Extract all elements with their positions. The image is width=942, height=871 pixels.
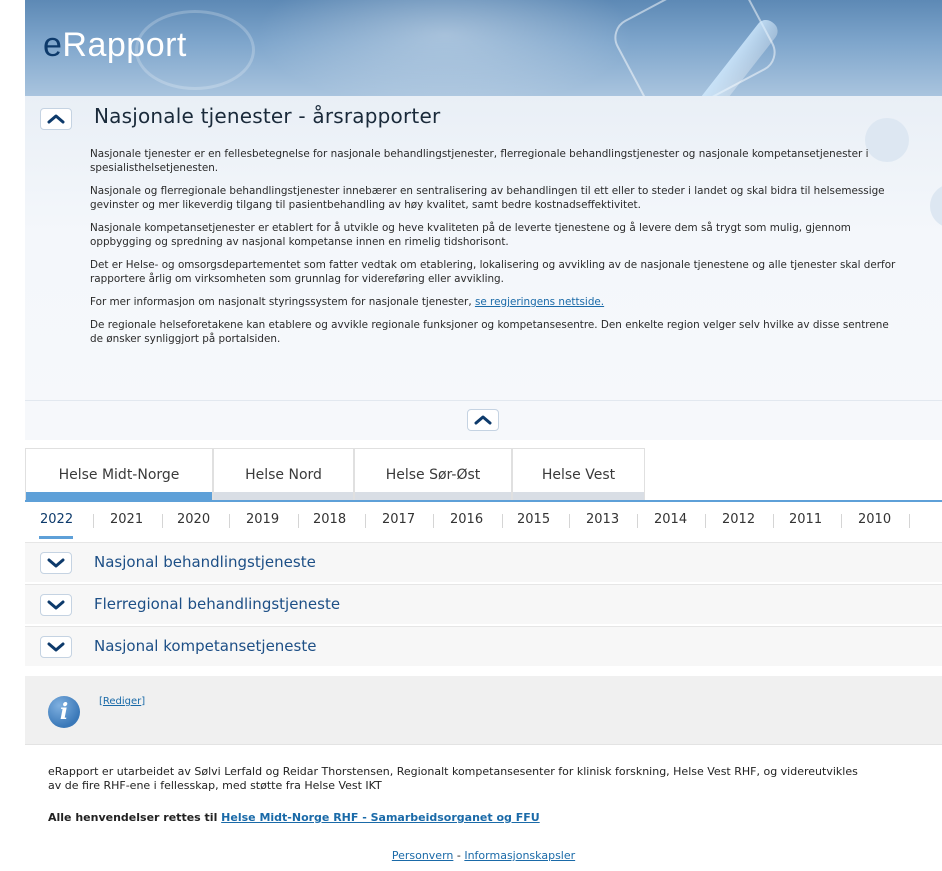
collapse-intro-bottom-button[interactable] [467, 409, 499, 431]
privacy-link[interactable]: Personvern [392, 849, 454, 862]
tab-helse-midt-norge[interactable]: Helse Midt-Norge [25, 448, 213, 500]
tab-helse-vest[interactable]: Helse Vest [512, 448, 645, 500]
chevron-down-icon [47, 642, 65, 652]
contact-prefix: Alle henvendelser rettes til [48, 811, 222, 824]
year-separator [841, 514, 842, 528]
year-separator [637, 514, 638, 528]
footer-separator: - [453, 849, 465, 862]
intro-paragraph: Nasjonale og flerregionale behandlingstj… [90, 185, 885, 211]
accordion-nasjonal-behandlingstjeneste[interactable]: Nasjonal behandlingstjeneste [25, 542, 942, 582]
tab-helse-nord[interactable]: Helse Nord [213, 448, 354, 500]
active-year-indicator [39, 536, 73, 539]
divider [25, 400, 942, 401]
intro-panel: Nasjonale tjenester - årsrapporter Nasjo… [25, 96, 942, 440]
tabs-baseline [25, 500, 942, 502]
year-separator [773, 514, 774, 528]
expand-button[interactable] [40, 636, 72, 658]
year-2020[interactable]: 2020 [177, 512, 210, 527]
contact-link[interactable]: Helse Midt-Norge RHF - Samarbeidsorganet… [221, 811, 540, 824]
expand-button[interactable] [40, 552, 72, 574]
year-2012[interactable]: 2012 [722, 512, 755, 527]
year-2015[interactable]: 2015 [517, 512, 550, 527]
edit-label[interactable]: Rediger [103, 696, 141, 707]
year-2017[interactable]: 2017 [382, 512, 415, 527]
year-separator [569, 514, 570, 528]
year-separator [162, 514, 163, 528]
header-banner: eRapport [25, 0, 942, 96]
chevron-up-icon [474, 415, 492, 425]
year-2018[interactable]: 2018 [313, 512, 346, 527]
year-2016[interactable]: 2016 [450, 512, 483, 527]
expand-button[interactable] [40, 594, 72, 616]
intro-paragraph: De regionale helseforetakene kan etabler… [90, 319, 889, 345]
year-selector: 2022 2021 2020 2019 2018 2017 2016 2015 … [25, 508, 942, 539]
collapse-intro-button[interactable] [40, 108, 72, 130]
logo[interactable]: eRapport [43, 26, 187, 65]
footer-credit: eRapport er utarbeidet av Sølvi Lerfald … [48, 765, 858, 792]
tab-indicator [355, 492, 511, 500]
year-2021[interactable]: 2021 [110, 512, 143, 527]
year-2019[interactable]: 2019 [246, 512, 279, 527]
region-tabs: Helse Midt-Norge Helse Nord Helse Sør-Øs… [25, 448, 942, 502]
year-separator [705, 514, 706, 528]
tab-helse-sor-ost[interactable]: Helse Sør-Øst [354, 448, 512, 500]
year-separator [365, 514, 366, 528]
tab-label: Helse Sør-Øst [385, 466, 481, 483]
intro-paragraph-text: For mer informasjon om nasjonalt styring… [90, 296, 475, 308]
year-2010[interactable]: 2010 [858, 512, 891, 527]
year-2014[interactable]: 2014 [654, 512, 687, 527]
chevron-down-icon [47, 558, 65, 568]
intro-paragraph: Nasjonale kompetansetjenester er etabler… [90, 222, 851, 248]
logo-text: Rapport [62, 26, 187, 64]
accordion-label[interactable]: Nasjonal behandlingstjeneste [94, 553, 316, 571]
year-2011[interactable]: 2011 [789, 512, 822, 527]
tab-label: Helse Midt-Norge [58, 466, 180, 483]
tab-label: Helse Nord [245, 466, 322, 483]
decor-circle [930, 184, 942, 228]
footer-links: Personvern - Informasjonskapsler [25, 849, 942, 862]
year-2022[interactable]: 2022 [40, 512, 73, 527]
info-bar: i [Rediger] [25, 676, 942, 744]
accordion-label[interactable]: Flerregional behandlingstjeneste [94, 595, 340, 613]
info-icon: i [48, 696, 80, 728]
edit-link[interactable]: [Rediger] [99, 696, 145, 707]
tab-indicator [214, 492, 353, 500]
year-separator [93, 514, 94, 528]
page-title: Nasjonale tjenester - årsrapporter [94, 104, 441, 128]
chevron-up-icon [47, 114, 65, 124]
year-separator [502, 514, 503, 528]
year-separator [229, 514, 230, 528]
accordion-nasjonal-kompetansetjeneste[interactable]: Nasjonal kompetansetjeneste [25, 626, 942, 666]
cookies-link[interactable]: Informasjonskapsler [464, 849, 575, 862]
intro-paragraph-with-link: For mer informasjon om nasjonalt styring… [90, 295, 900, 309]
tab-indicator [26, 492, 212, 500]
year-separator [298, 514, 299, 528]
accordion-flerregional-behandlingstjeneste[interactable]: Flerregional behandlingstjeneste [25, 584, 942, 624]
year-2013[interactable]: 2013 [586, 512, 619, 527]
intro-paragraph: Nasjonale tjenester er en fellesbetegnel… [90, 148, 869, 174]
banner-shine [255, 0, 635, 96]
logo-e: e [43, 26, 63, 64]
accordion-label[interactable]: Nasjonal kompetansetjeneste [94, 637, 316, 655]
year-separator [909, 514, 910, 528]
page: eRapport Nasjonale tjenester - årsrappor… [25, 0, 942, 871]
footer-contact: Alle henvendelser rettes til Helse Midt-… [48, 811, 540, 824]
year-separator [433, 514, 434, 528]
tab-indicator [513, 492, 644, 500]
government-website-link[interactable]: se regjeringens nettside. [475, 296, 604, 308]
tab-label: Helse Vest [541, 466, 616, 483]
footer: eRapport er utarbeidet av Sølvi Lerfald … [25, 744, 942, 871]
intro-text: Nasjonale tjenester er en fellesbetegnel… [90, 147, 900, 355]
intro-paragraph: Det er Helse- og omsorgsdepartementet so… [90, 259, 896, 285]
chevron-down-icon [47, 600, 65, 610]
